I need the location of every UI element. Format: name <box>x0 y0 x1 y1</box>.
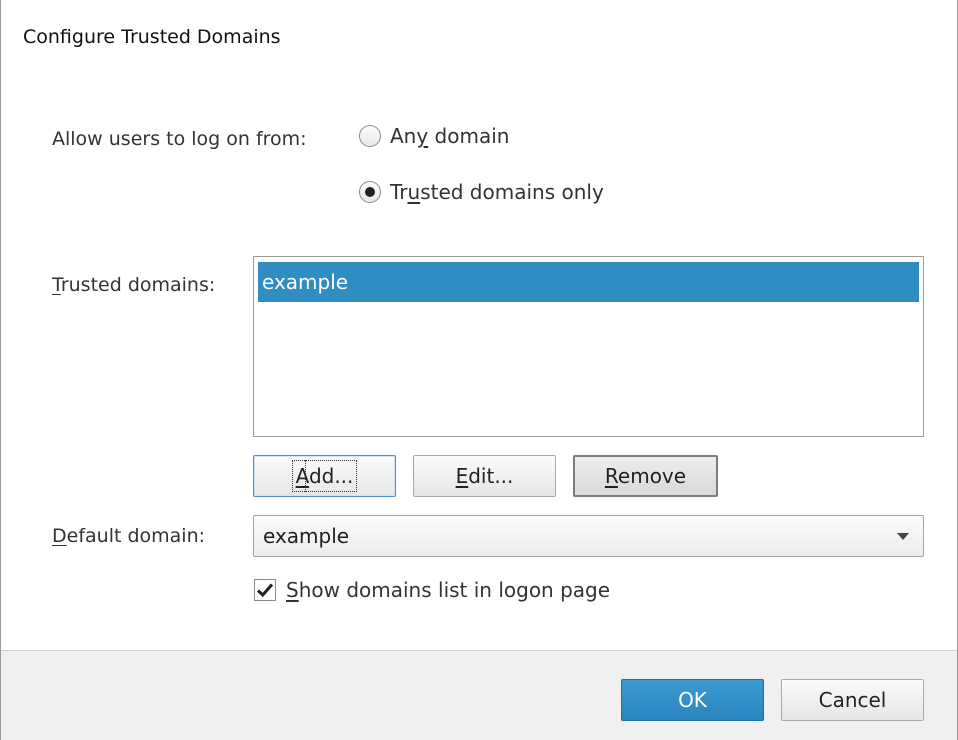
show-domains-list-label: Show domains list in logon page <box>286 578 611 602</box>
dialog-footer: OK Cancel <box>1 650 957 740</box>
add-button[interactable]: Add... <box>253 455 396 497</box>
radio-any-domain-label: Any domain <box>390 124 510 148</box>
trusted-domains-listbox[interactable]: example <box>253 256 924 437</box>
allow-logon-label: Allow users to log on from: <box>52 128 307 150</box>
radio-any-domain[interactable]: Any domain <box>359 124 509 148</box>
list-item[interactable]: example <box>258 262 919 302</box>
radio-selected-icon[interactable] <box>359 181 381 203</box>
configure-trusted-domains-dialog: Configure Trusted Domains Allow users to… <box>0 0 958 740</box>
radio-unselected-icon[interactable] <box>359 125 381 147</box>
radio-trusted-only-label: Trusted domains only <box>390 180 604 204</box>
trusted-domains-label: Trusted domains: <box>52 274 216 296</box>
checkbox-checked-icon[interactable] <box>254 579 276 601</box>
default-domain-select[interactable]: example <box>253 515 924 557</box>
default-domain-label: Default domain: <box>52 525 206 547</box>
chevron-down-icon[interactable] <box>897 533 909 540</box>
default-domain-value: example <box>263 524 350 548</box>
ok-button[interactable]: OK <box>621 679 764 721</box>
remove-button[interactable]: Remove <box>573 455 718 497</box>
edit-button[interactable]: Edit... <box>413 455 556 497</box>
radio-trusted-domains-only[interactable]: Trusted domains only <box>359 180 604 204</box>
dialog-title: Configure Trusted Domains <box>23 26 281 48</box>
show-domains-list-checkbox[interactable]: Show domains list in logon page <box>254 578 610 602</box>
cancel-button[interactable]: Cancel <box>781 679 924 721</box>
